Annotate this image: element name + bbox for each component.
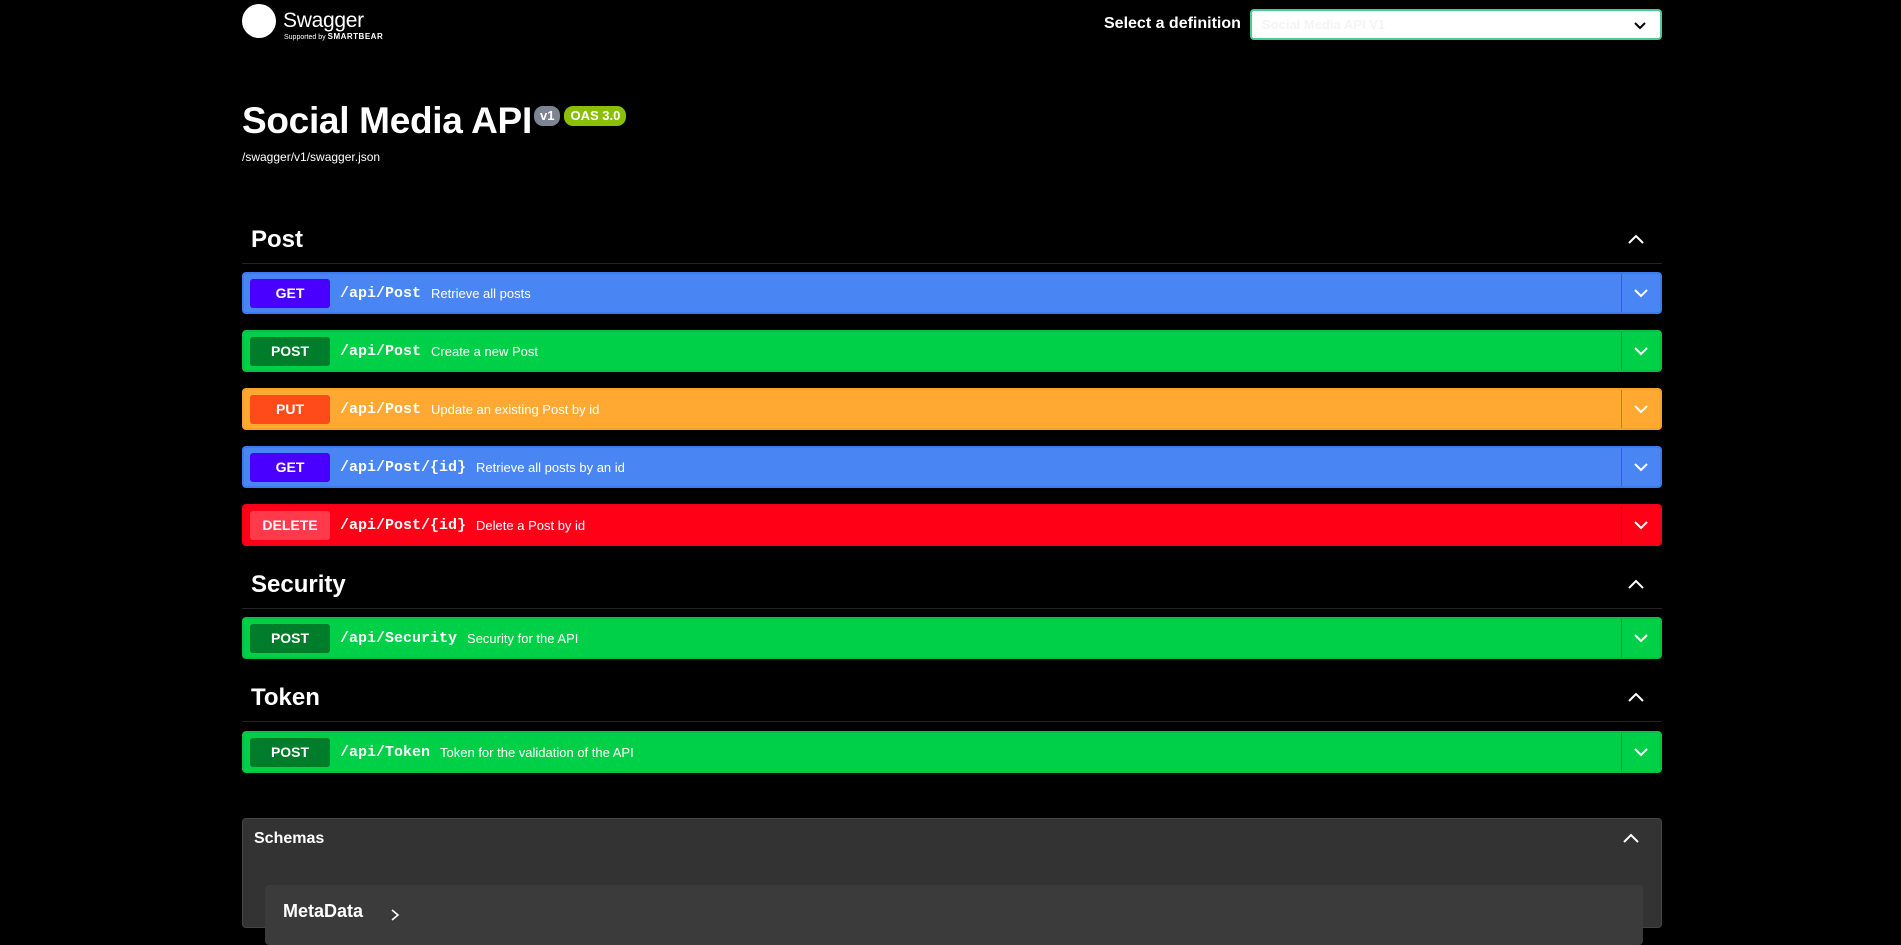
chevron-down-icon [1634,347,1648,356]
chevron-down-icon [1634,21,1646,29]
expand-button[interactable] [1621,390,1660,428]
method-badge: GET [250,278,330,308]
logo-name: Swagger [283,9,364,32]
version-badge: v1 [534,106,561,126]
expand-button[interactable] [1621,506,1660,544]
definition-label: Select a definition [1104,15,1241,32]
definition-select-value: Social Media API V1 [1262,17,1386,32]
chevron-up-icon[interactable] [1624,686,1648,710]
chevron-up-icon[interactable] [1619,827,1643,851]
operation-path: /api/Post/{id} [340,516,467,534]
tag-title: Security [251,570,346,598]
schema-name: MetaData [283,901,364,921]
operation-post-api-post[interactable]: POST /api/Post Create a new Post [242,330,1662,372]
expand-button[interactable] [1621,448,1660,486]
chevron-down-icon [1634,405,1648,414]
chevron-up-icon[interactable] [1624,228,1648,252]
operation-post-api-security[interactable]: POST /api/Security Security for the API [242,617,1662,659]
chevron-down-icon [1634,634,1648,643]
chevron-up-icon[interactable] [1624,573,1648,597]
operation-summary: Retrieve all posts by an id [476,459,625,475]
swagger-ui: Swagger Supported by SMARTBEAR Select a … [0,0,1901,945]
topbar: Swagger Supported by SMARTBEAR Select a … [242,0,1662,48]
operation-path: /api/Post [340,342,422,360]
expand-button[interactable] [1621,274,1660,312]
operation-summary: Create a new Post [431,343,538,359]
operation-post-api-token[interactable]: POST /api/Token Token for the validation… [242,731,1662,773]
method-badge: GET [250,452,330,482]
operation-get-api-post-id[interactable]: GET /api/Post/{id} Retrieve all posts by… [242,446,1662,488]
operation-summary: Token for the validation of the API [440,744,634,760]
method-badge: POST [250,336,330,366]
tag-header-security[interactable]: Security [242,561,1662,609]
expand-button[interactable] [1621,332,1660,370]
operation-summary: Update an existing Post by id [431,401,600,417]
schemas-header[interactable]: Schemas [243,819,1661,859]
method-badge: DELETE [250,510,330,540]
spec-url-link[interactable]: /swagger/v1/swagger.json [242,150,380,164]
swagger-logo-icon [242,4,276,38]
expand-button[interactable] [1621,733,1660,771]
schemas-title: Schemas [254,830,325,847]
operation-delete-api-post-id[interactable]: DELETE /api/Post/{id} Delete a Post by i… [242,504,1662,546]
tag-header-post[interactable]: Post [242,216,1662,264]
page-title: Social Media API [242,100,532,141]
tag-header-token[interactable]: Token [242,674,1662,722]
method-badge: POST [250,623,330,653]
oas-badge: OAS 3.0 [564,106,627,126]
operation-get-api-post[interactable]: GET /api/Post Retrieve all posts [242,272,1662,314]
chevron-right-icon [391,909,400,921]
operation-summary: Security for the API [467,630,579,646]
expand-button[interactable] [1621,619,1660,657]
operation-path: /api/Token [340,743,431,761]
schemas-section: Schemas MetaData [242,818,1662,945]
operation-path: /api/Post [340,400,422,418]
operation-put-api-post[interactable]: PUT /api/Post Update an existing Post by… [242,388,1662,430]
method-badge: POST [250,737,330,767]
chevron-down-icon [1634,289,1648,298]
method-badge: PUT [250,394,330,424]
schema-item-metadata[interactable]: MetaData [265,885,1643,945]
definition-select[interactable]: Social Media API V1 [1250,9,1662,40]
chevron-down-icon [1634,463,1648,472]
operation-path: /api/Post [340,284,422,302]
operation-path: /api/Post/{id} [340,458,467,476]
chevron-down-icon [1634,748,1648,757]
chevron-down-icon [1634,521,1648,530]
operation-summary: Retrieve all posts [431,285,531,301]
operation-summary: Delete a Post by id [476,517,586,533]
logo-sub: Supported by SMARTBEAR [284,32,384,42]
tag-title: Token [251,683,320,711]
swagger-logo[interactable]: Swagger Supported by SMARTBEAR [242,4,383,41]
operation-path: /api/Security [340,629,458,647]
tag-title: Post [251,225,304,253]
api-info: Social Media API v1 OAS 3.0 /swagger/v1/… [242,100,627,164]
